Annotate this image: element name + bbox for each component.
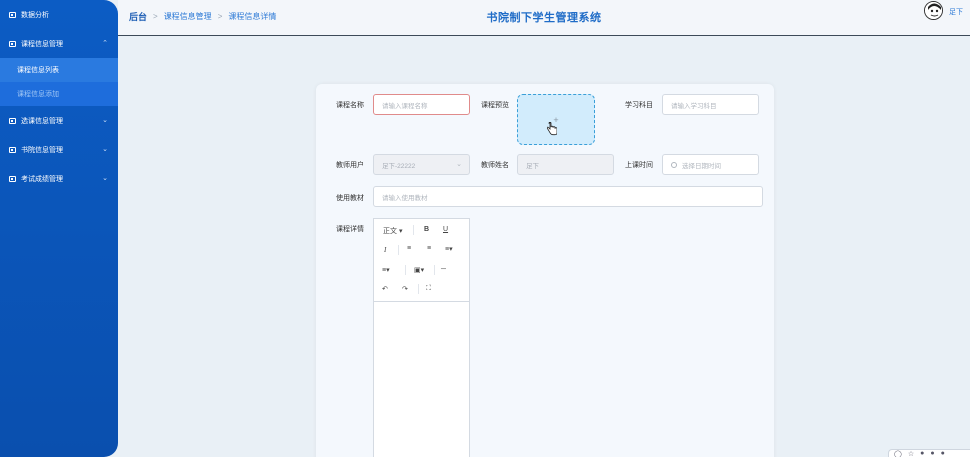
teacher-name-label: 教师姓名: [481, 162, 509, 169]
course-name-placeholder: 请输入课程名称: [382, 102, 428, 110]
tool-icon[interactable]: ●: [941, 450, 945, 457]
avatar[interactable]: [924, 1, 943, 20]
teacher-user-select[interactable]: 足下-22222 ⌄: [373, 154, 470, 175]
undo-icon[interactable]: ↶: [382, 285, 388, 293]
editor-toolbar: 正文 ▾ B U I ≡ ≡ ≡▾ ≡▾ ▣▾ ─ ↶ ↷ ⛶: [374, 219, 469, 302]
chevron-down-icon: ⌄: [102, 117, 108, 124]
indent-icon[interactable]: ≡▾: [382, 266, 390, 274]
menu-icon: [9, 117, 16, 124]
detail-label: 课程详情: [336, 226, 364, 233]
sidebar-item-selection-management[interactable]: 选课信息管理 ⌄: [0, 106, 118, 135]
class-time-placeholder: 选择日期时间: [682, 162, 721, 170]
divider-line-icon[interactable]: ─: [441, 266, 446, 273]
sidebar-subitem-course-add[interactable]: 课程信息添加: [0, 82, 118, 106]
italic-button[interactable]: I: [384, 246, 386, 254]
numbered-list-icon[interactable]: ≡: [427, 245, 431, 252]
help-icon[interactable]: ◯: [894, 450, 902, 457]
preview-label: 课程预览: [481, 102, 509, 109]
teacher-name-value: 足下: [526, 162, 539, 170]
image-upload-area[interactable]: +: [517, 94, 595, 145]
chevron-down-icon: ⌄: [102, 175, 108, 182]
star-icon[interactable]: ☆: [908, 450, 914, 457]
class-time-picker[interactable]: 选择日期时间: [662, 154, 759, 175]
chevron-down-icon: ⌄: [102, 146, 108, 153]
textbook-input[interactable]: 请输入使用教材: [373, 186, 763, 207]
tool-icon[interactable]: ●: [930, 450, 934, 457]
toolbar-divider: [405, 265, 406, 275]
subject-input[interactable]: 请输入学习科目: [662, 94, 759, 115]
sidebar-item-label: 课程信息管理: [21, 40, 63, 48]
toolbar-divider: [418, 284, 419, 294]
sidebar-item-academy-management[interactable]: 书院信息管理 ⌄: [0, 135, 118, 164]
redo-icon[interactable]: ↷: [402, 285, 408, 293]
align-icon[interactable]: ≡▾: [445, 245, 453, 253]
clock-icon: [671, 161, 677, 168]
rich-text-editor: 正文 ▾ B U I ≡ ≡ ≡▾ ≡▾ ▣▾ ─ ↶ ↷ ⛶: [373, 218, 470, 457]
sidebar-item-data-analysis[interactable]: 数据分析: [0, 0, 118, 29]
hand-cursor-icon: [547, 122, 557, 136]
floating-toolbar: ◯ ☆ ● ● ●: [888, 449, 970, 457]
sidebar-item-label: 选课信息管理: [21, 117, 63, 125]
textbook-placeholder: 请输入使用教材: [382, 194, 428, 202]
top-header: 后台 > 课程信息管理 > 课程信息详情 书院制下学生管理系统 足下: [118, 0, 970, 36]
page-title: 书院制下学生管理系统: [486, 12, 602, 24]
toolbar-divider: [413, 225, 414, 235]
chevron-down-icon: ⌄: [456, 161, 462, 168]
sidebar-item-course-management[interactable]: 课程信息管理 ⌃: [0, 29, 118, 58]
tool-icon[interactable]: ●: [920, 450, 924, 457]
user-name[interactable]: 足下: [949, 7, 963, 17]
chevron-up-icon: ⌃: [102, 40, 108, 47]
subject-placeholder: 请输入学习科目: [671, 102, 717, 110]
underline-button[interactable]: U: [443, 226, 448, 233]
subject-label: 学习科目: [625, 102, 653, 109]
teacher-name-input[interactable]: 足下: [517, 154, 614, 175]
teacher-user-value: 足下-22222: [382, 162, 416, 170]
sidebar-subitem-course-list[interactable]: 课程信息列表: [0, 58, 118, 82]
toolbar-divider: [434, 265, 435, 275]
teacher-user-label: 教师用户: [336, 162, 364, 169]
textbook-label: 使用教材: [336, 195, 364, 202]
menu-icon: [9, 40, 16, 47]
menu-icon: [9, 175, 16, 182]
menu-icon: [9, 146, 16, 153]
sidebar-item-exam-management[interactable]: 考试成绩管理 ⌄: [0, 164, 118, 193]
toolbar-divider: [398, 245, 399, 255]
course-name-input[interactable]: 请输入课程名称: [373, 94, 470, 115]
sidebar-subitem-label: 课程信息列表: [17, 67, 59, 74]
class-time-label: 上课时间: [625, 162, 653, 169]
sidebar-item-label: 考试成绩管理: [21, 175, 63, 183]
fullscreen-icon[interactable]: ⛶: [426, 285, 431, 293]
sidebar-item-label: 数据分析: [21, 11, 49, 19]
sidebar-item-label: 书院信息管理: [21, 146, 63, 154]
course-form-card: 课程名称 请输入课程名称 课程预览 + 学习科目 请输入学习科目 教师用户 足下…: [316, 84, 774, 457]
sidebar: 数据分析 课程信息管理 ⌃ 课程信息列表 课程信息添加 选课信息管理 ⌄ 书院信…: [0, 0, 118, 457]
menu-icon: [9, 11, 16, 18]
course-name-label: 课程名称: [336, 102, 364, 109]
paragraph-format-button[interactable]: 正文 ▾: [383, 226, 402, 236]
bullet-list-icon[interactable]: ≡: [407, 245, 411, 252]
image-icon[interactable]: ▣▾: [414, 266, 424, 274]
sidebar-subitem-label: 课程信息添加: [17, 91, 59, 98]
bold-button[interactable]: B: [424, 226, 429, 233]
editor-content-area[interactable]: [374, 302, 469, 457]
